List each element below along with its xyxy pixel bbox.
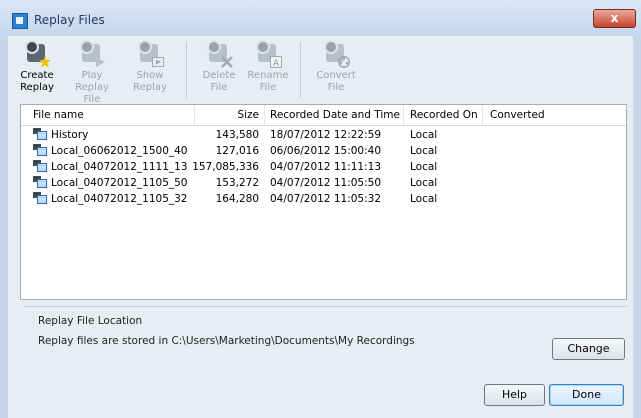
column-header-file-name[interactable]: File name <box>33 109 84 121</box>
recorded-datetime: 04/07/2012 11:05:50 <box>270 177 382 189</box>
table-header: File name Size Recorded Date and Time Re… <box>21 105 626 126</box>
location-divider <box>24 306 627 307</box>
show-replay-label-1: Show <box>136 70 164 81</box>
title-bar: Replay Files x <box>0 0 641 36</box>
replay-file-location-heading: Replay File Location <box>38 315 143 327</box>
file-size: 164,280 <box>215 193 259 205</box>
create-replay-label-2: Replay <box>20 82 54 93</box>
table-row[interactable]: Local_04072012_1111_13 157,085,336 04/07… <box>21 159 626 175</box>
rename-file-label-1: Rename <box>247 70 289 81</box>
toolbar-separator <box>186 42 187 98</box>
file-name: Local_04072012_1105_50 <box>51 177 188 189</box>
convert-file-label-1: Convert <box>316 70 356 81</box>
recorded-datetime: 04/07/2012 11:05:32 <box>270 193 382 205</box>
file-name: Local_04072012_1111_13 <box>51 161 188 173</box>
column-header-recorded-date-time[interactable]: Recorded Date and Time <box>270 109 400 121</box>
table-row[interactable]: History 143,580 18/07/2012 12:22:59 Loca… <box>21 127 626 143</box>
show-replay-button[interactable]: Show Replay <box>127 40 173 94</box>
replay-file-icon <box>33 192 48 206</box>
frame-left-edge <box>0 36 8 418</box>
show-replay-label-2: Replay <box>133 82 167 93</box>
replay-file-location-text: Replay files are stored in C:\Users\Mark… <box>38 335 415 347</box>
table-row[interactable]: Local_04072012_1105_32 164,280 04/07/201… <box>21 191 626 207</box>
recorded-datetime: 06/06/2012 15:00:40 <box>270 145 382 157</box>
column-header-recorded-on[interactable]: Recorded On <box>410 109 478 121</box>
table-row[interactable]: Local_04072012_1105_50 153,272 04/07/201… <box>21 175 626 191</box>
play-replay-label-1: Play Replay <box>75 70 109 93</box>
replay-file-icon <box>33 128 48 142</box>
rename-file-button[interactable]: A Rename File <box>247 40 289 94</box>
column-header-size[interactable]: Size <box>231 109 259 121</box>
recorded-on: Local <box>410 177 438 189</box>
window-title: Replay Files <box>34 13 105 27</box>
file-name: Local_06062012_1500_40 <box>51 145 188 157</box>
delete-file-button[interactable]: Delete File <box>199 40 239 94</box>
convert-file-button[interactable]: Convert File <box>314 40 358 94</box>
replay-file-icon <box>33 176 48 190</box>
recorded-on: Local <box>410 161 438 173</box>
recorded-datetime: 04/07/2012 11:11:13 <box>270 161 382 173</box>
close-button[interactable]: x <box>593 9 636 28</box>
help-button[interactable]: Help <box>484 384 545 406</box>
show-replay-icon <box>138 40 164 67</box>
replay-file-icon <box>33 144 48 158</box>
file-size: 153,272 <box>215 177 259 189</box>
replay-file-list[interactable]: File name Size Recorded Date and Time Re… <box>20 104 627 300</box>
create-replay-label-1: Create <box>20 70 54 81</box>
file-size: 157,085,336 <box>192 161 259 173</box>
rename-file-label-2: File <box>259 82 277 93</box>
toolbar: Create Replay Play Replay File Show Repl… <box>15 36 641 106</box>
play-replay-file-button[interactable]: Play Replay File <box>64 40 120 106</box>
recorded-on: Local <box>410 129 438 141</box>
convert-file-icon <box>324 40 350 68</box>
rename-file-icon: A <box>256 40 282 68</box>
file-name: History <box>51 129 89 141</box>
replay-file-icon <box>33 160 48 174</box>
delete-file-icon <box>207 40 233 68</box>
column-header-converted[interactable]: Converted <box>490 109 545 121</box>
recorded-on: Local <box>410 193 438 205</box>
app-icon <box>12 13 28 29</box>
delete-file-label-2: File <box>210 82 228 93</box>
file-size: 143,580 <box>215 129 259 141</box>
recorded-on: Local <box>410 145 438 157</box>
recorded-datetime: 18/07/2012 12:22:59 <box>270 129 382 141</box>
file-size: 127,016 <box>215 145 259 157</box>
change-button[interactable]: Change <box>552 338 625 360</box>
done-button[interactable]: Done <box>549 384 624 406</box>
play-replay-icon <box>80 40 105 67</box>
create-replay-button[interactable]: Create Replay <box>19 40 55 94</box>
file-name: Local_04072012_1105_32 <box>51 193 188 205</box>
toolbar-separator <box>300 42 301 98</box>
create-replay-icon <box>25 40 51 68</box>
convert-file-label-2: File <box>327 82 345 93</box>
svg-text:A: A <box>273 59 280 68</box>
delete-file-label-1: Delete <box>202 70 236 81</box>
table-row[interactable]: Local_06062012_1500_40 127,016 06/06/201… <box>21 143 626 159</box>
